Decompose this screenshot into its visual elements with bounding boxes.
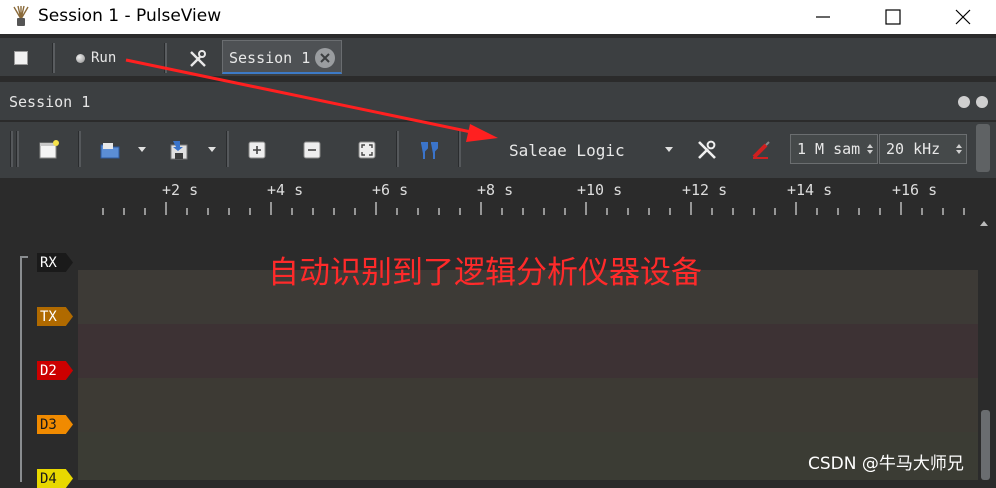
annotation-arrow <box>125 58 498 142</box>
watermark: CSDN @牛马大师兄 <box>808 454 964 474</box>
